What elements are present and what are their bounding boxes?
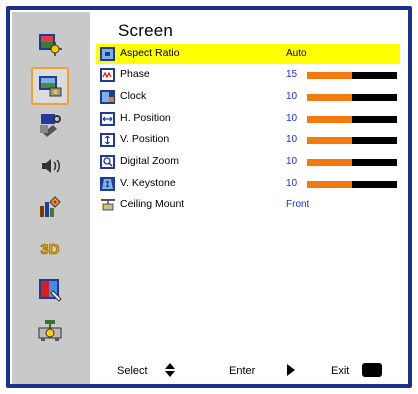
slider-fill xyxy=(307,94,352,101)
menu-item-label: Aspect Ratio xyxy=(120,47,180,59)
screen-settings-icon[interactable] xyxy=(31,67,69,105)
select-hint-label: Select xyxy=(117,365,148,377)
h-position-slider[interactable] xyxy=(307,116,397,123)
menu-item-value: 15 xyxy=(286,69,298,80)
key-hint-bar: Select Enter Exit xyxy=(96,362,400,380)
slider-fill xyxy=(307,72,352,79)
menu-item-clock[interactable]: Clock 10 xyxy=(96,87,400,107)
menu-item-label: Phase xyxy=(120,68,150,80)
slider-fill xyxy=(307,116,352,123)
slider-fill xyxy=(307,181,352,188)
menu-item-label: V. Keystone xyxy=(120,177,176,189)
slider-fill xyxy=(307,159,352,166)
menu-item-label: H. Position xyxy=(120,112,171,124)
v-keystone-slider[interactable] xyxy=(307,181,397,188)
exit-hint-label: Exit xyxy=(331,365,350,377)
menu-item-value: 10 xyxy=(286,178,298,189)
network-icon[interactable] xyxy=(35,316,65,346)
image-settings-icon[interactable] xyxy=(35,29,65,59)
3d-icon-label: 3D xyxy=(40,240,60,258)
menu-title: Screen xyxy=(118,21,174,40)
v-keystone-icon xyxy=(100,177,115,191)
clock-slider[interactable] xyxy=(307,94,397,101)
menu-item-value: 10 xyxy=(286,156,298,167)
setup-icon[interactable] xyxy=(35,109,65,139)
audio-icon[interactable] xyxy=(35,151,65,181)
display-icon[interactable] xyxy=(35,275,65,305)
menu-item-h-position[interactable]: H. Position 10 xyxy=(96,109,400,129)
menu-item-value: 10 xyxy=(286,113,298,124)
aspect-ratio-icon xyxy=(100,47,115,61)
up-down-arrows-icon xyxy=(164,362,176,381)
menu-item-v-keystone[interactable]: V. Keystone 10 xyxy=(96,174,400,194)
menu-item-label: Ceiling Mount xyxy=(120,198,185,210)
slider-fill xyxy=(307,137,352,144)
menu-item-value: 10 xyxy=(286,91,298,102)
menu-item-value: Auto xyxy=(286,48,307,59)
menu-item-digital-zoom[interactable]: Digital Zoom 10 xyxy=(96,152,400,172)
menu-item-ceiling-mount[interactable]: Ceiling Mount Front xyxy=(96,195,400,215)
menu-item-aspect-ratio[interactable]: Aspect Ratio Auto xyxy=(96,44,400,64)
menu-item-label: Clock xyxy=(120,90,147,102)
v-position-slider[interactable] xyxy=(307,137,397,144)
menu-sidebar: 3D xyxy=(12,12,90,384)
digital-zoom-icon xyxy=(100,155,115,169)
clock-icon xyxy=(100,90,115,104)
phase-icon xyxy=(100,68,115,82)
menu-item-phase[interactable]: Phase 15 xyxy=(96,65,400,85)
h-position-icon xyxy=(100,112,115,126)
menu-item-label: V. Position xyxy=(120,133,170,145)
enter-hint-label: Enter xyxy=(229,365,256,377)
menu-item-value: Front xyxy=(286,199,310,210)
digital-zoom-slider[interactable] xyxy=(307,159,397,166)
3d-icon[interactable]: 3D xyxy=(35,234,65,264)
menu-item-label: Digital Zoom xyxy=(120,155,179,167)
phase-slider[interactable] xyxy=(307,72,397,79)
menu-key-icon xyxy=(362,363,382,380)
menu-item-v-position[interactable]: V. Position 10 xyxy=(96,130,400,150)
v-position-icon xyxy=(100,133,115,147)
menu-item-value: 10 xyxy=(286,134,298,145)
options-icon[interactable] xyxy=(35,192,65,222)
right-arrow-icon xyxy=(286,363,296,380)
ceiling-mount-icon xyxy=(101,199,115,211)
